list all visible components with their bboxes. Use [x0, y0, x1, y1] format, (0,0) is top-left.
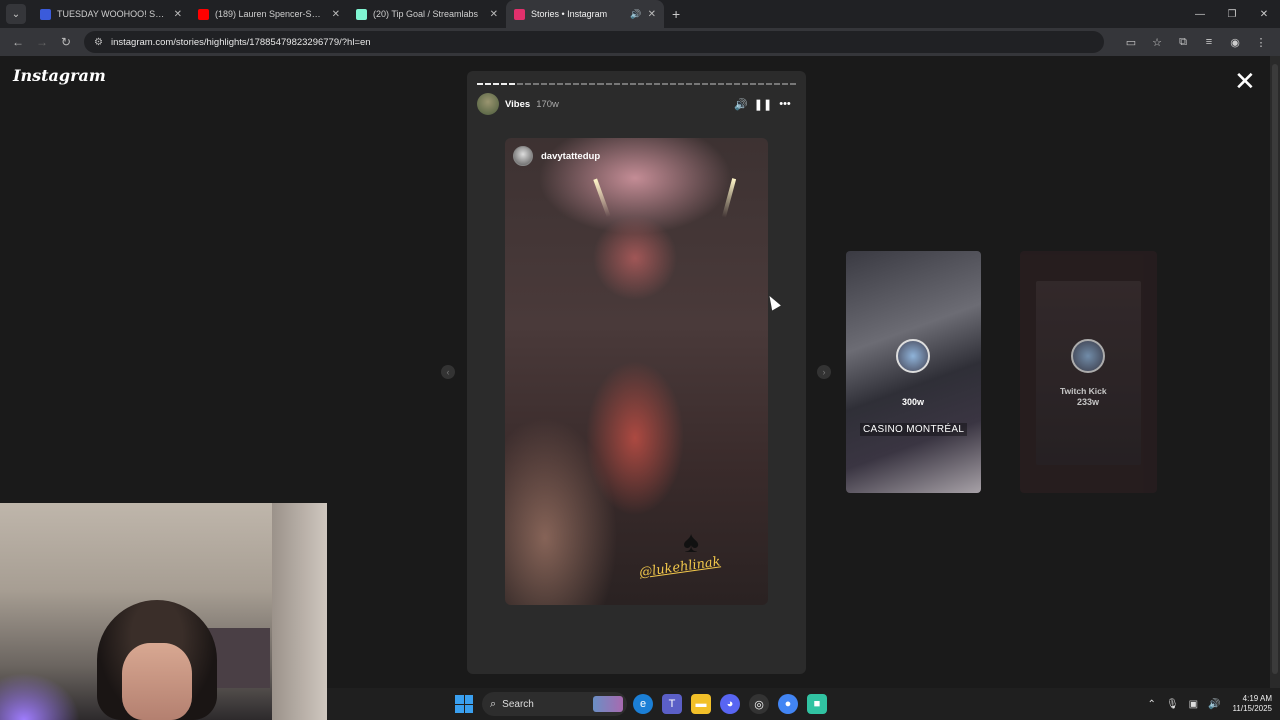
rgb-glow: [0, 673, 80, 720]
search-label: Search: [502, 698, 534, 710]
close-icon[interactable]: ✕: [648, 9, 656, 20]
preview-title: Twitch Kick: [1060, 386, 1107, 396]
more-options-icon[interactable]: •••: [774, 98, 796, 110]
extensions-icon[interactable]: ⧉: [1170, 36, 1196, 49]
bookmark-star-icon[interactable]: ☆: [1144, 36, 1170, 49]
restore-icon[interactable]: ❐: [1216, 9, 1248, 20]
teams-icon[interactable]: T: [662, 694, 682, 714]
microphone-icon[interactable]: 🎙: [1166, 699, 1179, 710]
site-info-icon[interactable]: ⚙: [94, 37, 103, 48]
preview-time: 300w: [901, 397, 925, 407]
close-icon[interactable]: ✕: [174, 9, 182, 20]
tray-overflow-icon[interactable]: ⌃: [1148, 699, 1156, 710]
media-controls-icon[interactable]: ≡: [1196, 36, 1222, 48]
back-icon[interactable]: ←: [6, 35, 30, 49]
tab-title: TUESDAY WOOHOO! STREAM: [57, 9, 168, 19]
story-controls: 🔊 ❚❚ •••: [730, 98, 796, 111]
tab-2[interactable]: (20) Tip Goal / Streamlabs ✕: [348, 0, 506, 28]
tab-favicon: [514, 8, 525, 20]
tab-3[interactable]: Stories • Instagram 🔊 ✕: [506, 0, 664, 28]
file-explorer-icon[interactable]: ▬: [691, 694, 711, 714]
volume-icon[interactable]: 🔊: [730, 98, 752, 111]
tab-1[interactable]: (189) Lauren Spencer-Smith - F ✕: [190, 0, 348, 28]
highlight-avatar[interactable]: [477, 93, 499, 115]
close-story-icon[interactable]: ✕: [1234, 68, 1256, 94]
cast-icon[interactable]: ▭: [1118, 36, 1144, 49]
following-story-preview[interactable]: Twitch Kick 233w: [1020, 251, 1157, 493]
volume-tray-icon[interactable]: 🔊: [1208, 699, 1220, 710]
windows-taskbar: ⌕ Search e T ▬ ◕ ◎ ● ■ ⌃ 🎙 ▣ 🔊 4:19 AM 1…: [327, 688, 1280, 720]
preview-avatar: [896, 339, 930, 373]
preview-content: [1036, 281, 1141, 465]
search-highlight-art: [593, 696, 623, 712]
scrollbar-thumb[interactable]: [1272, 64, 1278, 674]
spade-sticker: ♠: [683, 526, 699, 559]
tab-favicon: [40, 8, 51, 20]
tab-search-button[interactable]: ⌄: [6, 4, 26, 24]
windows-start-icon[interactable]: [455, 695, 473, 713]
background-door: [272, 503, 327, 720]
shared-reel-media[interactable]: davytattedup ♠ @lukehlinak: [505, 138, 768, 605]
streamer-face: [122, 643, 192, 720]
obs-icon[interactable]: ◎: [749, 694, 769, 714]
pause-icon[interactable]: ❚❚: [752, 98, 774, 111]
reload-icon[interactable]: ↻: [54, 35, 78, 49]
instagram-logo[interactable]: Instagram: [13, 66, 106, 85]
sparkler-light: [721, 178, 737, 218]
page-scrollbar[interactable]: [1270, 56, 1280, 688]
tab-favicon: [356, 8, 367, 20]
tab-favicon: [198, 8, 209, 20]
tab-0[interactable]: TUESDAY WOOHOO! STREAM ✕: [32, 0, 190, 28]
forward-icon[interactable]: →: [30, 35, 54, 49]
clock-time: 4:19 AM: [1242, 694, 1272, 703]
story-header: Vibes 170w 🔊 ❚❚ •••: [477, 93, 796, 115]
preview-avatar: [1071, 339, 1105, 373]
minimize-icon[interactable]: —: [1184, 9, 1216, 20]
story-progress-bar: [477, 83, 797, 85]
highlight-name[interactable]: Vibes: [505, 99, 530, 110]
close-window-icon[interactable]: ✕: [1248, 9, 1280, 20]
profile-avatar[interactable]: ◉: [1222, 36, 1248, 49]
preview-time: 233w: [1076, 397, 1100, 407]
new-tab-button[interactable]: +: [672, 6, 680, 22]
sparkler-light: [593, 178, 611, 218]
tab-title: (20) Tip Goal / Streamlabs: [373, 9, 479, 19]
edge-icon[interactable]: e: [633, 694, 653, 714]
next-story-preview[interactable]: 300w CASINO MONTRÉAL: [846, 251, 981, 493]
toolbar-icons: ▭ ☆ ⧉ ≡ ◉ ⋮: [1118, 36, 1274, 49]
kebab-menu-icon[interactable]: ⋮: [1248, 36, 1274, 49]
taskbar-search[interactable]: ⌕ Search: [482, 692, 627, 716]
tab-title: Stories • Instagram: [531, 9, 608, 19]
reel-author-name: davytattedup: [541, 150, 601, 162]
taskbar-clock[interactable]: 4:19 AM 11/15/2025: [1233, 694, 1272, 714]
speaker-icon[interactable]: 🔊: [630, 9, 641, 20]
clock-date: 11/15/2025: [1232, 704, 1272, 713]
discord-icon[interactable]: ◕: [720, 694, 740, 714]
tab-title: (189) Lauren Spencer-Smith - F: [215, 9, 326, 19]
system-tray: ⌃ 🎙 ▣ 🔊 4:19 AM 11/15/2025: [1138, 688, 1272, 720]
search-icon: ⌕: [490, 697, 497, 710]
webcam-overlay: [0, 503, 327, 720]
url-text: instagram.com/stories/highlights/1788547…: [110, 36, 371, 48]
mention-sticker[interactable]: @lukehlinak: [638, 554, 721, 580]
previous-story-arrow[interactable]: ‹: [441, 365, 455, 379]
url-input[interactable]: ⚙ instagram.com/stories/highlights/17885…: [84, 31, 1104, 53]
window-controls: — ❐ ✕: [1184, 0, 1280, 28]
close-icon[interactable]: ✕: [332, 9, 340, 20]
reel-author-avatar: [513, 146, 533, 166]
active-story[interactable]: Vibes 170w 🔊 ❚❚ ••• davytattedup ♠ @luke…: [467, 71, 806, 674]
address-bar: ← → ↻ ⚙ instagram.com/stories/highlights…: [0, 28, 1280, 56]
network-icon[interactable]: ▣: [1189, 699, 1198, 710]
close-icon[interactable]: ✕: [490, 9, 498, 20]
reel-author[interactable]: davytattedup: [513, 146, 600, 166]
streamlabs-icon[interactable]: ■: [807, 694, 827, 714]
chrome-icon[interactable]: ●: [778, 694, 798, 714]
location-sticker: CASINO MONTRÉAL: [860, 423, 968, 436]
next-story-arrow[interactable]: ›: [817, 365, 831, 379]
story-timestamp: 170w: [536, 98, 559, 110]
browser-tab-bar: ⌄ TUESDAY WOOHOO! STREAM ✕ (189) Lauren …: [0, 0, 1280, 28]
